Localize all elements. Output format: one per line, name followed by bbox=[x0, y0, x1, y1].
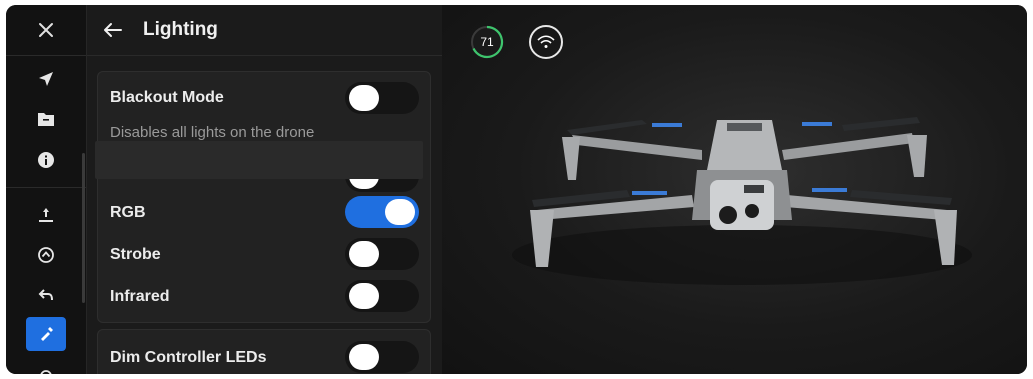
media-button[interactable] bbox=[26, 102, 66, 136]
toggle-knob bbox=[349, 344, 379, 370]
lighting-options-card: Blackout Mode Disables all lights on the… bbox=[97, 71, 431, 323]
flashlight-icon bbox=[41, 327, 53, 341]
return-home-icon bbox=[38, 289, 53, 301]
drone-image bbox=[512, 117, 972, 285]
camera-orbit-icon bbox=[38, 247, 54, 263]
back-arrow-icon bbox=[104, 23, 122, 37]
settings-button[interactable] bbox=[26, 355, 66, 374]
side-rail bbox=[6, 5, 87, 374]
takeoff-icon bbox=[39, 208, 53, 222]
infrared-label: Infrared bbox=[110, 288, 170, 305]
strobe-label: Strobe bbox=[110, 246, 161, 263]
rail-divider bbox=[6, 187, 86, 188]
navigate-button[interactable] bbox=[26, 62, 66, 96]
info-button[interactable] bbox=[26, 143, 66, 177]
dim-leds-toggle[interactable] bbox=[345, 341, 419, 373]
blackout-mode-toggle[interactable] bbox=[345, 82, 419, 114]
blackout-mode-label: Blackout Mode bbox=[110, 89, 224, 106]
infrared-toggle[interactable] bbox=[345, 280, 419, 312]
toggle-knob bbox=[349, 241, 379, 267]
back-button[interactable] bbox=[91, 5, 135, 55]
blackout-description: Disables all lights on the drone bbox=[110, 124, 315, 141]
toggle-knob bbox=[349, 283, 379, 309]
lighting-button[interactable] bbox=[26, 317, 66, 351]
media-folder-icon bbox=[38, 113, 54, 126]
orbit-button[interactable] bbox=[26, 238, 66, 272]
dim-leds-card: Dim Controller LEDs bbox=[97, 329, 431, 374]
close-button[interactable] bbox=[6, 5, 86, 56]
rgb-toggle[interactable] bbox=[345, 196, 419, 228]
info-icon bbox=[38, 152, 54, 168]
return-home-button[interactable] bbox=[26, 278, 66, 312]
toggle-knob bbox=[349, 85, 379, 111]
page-title: Lighting bbox=[143, 19, 218, 40]
app-frame: Lighting Blackout Mode Disables all ligh… bbox=[6, 5, 1027, 374]
takeoff-button[interactable] bbox=[26, 198, 66, 232]
strobe-toggle[interactable] bbox=[345, 238, 419, 270]
rail-scrollbar[interactable] bbox=[82, 153, 85, 303]
panel-header: Lighting bbox=[87, 5, 442, 56]
close-icon bbox=[39, 23, 53, 37]
drone-preview: 71 bbox=[442, 5, 1027, 374]
redaction-overlay bbox=[95, 141, 423, 179]
navigate-arrow-icon bbox=[39, 72, 53, 86]
lighting-panel: Lighting Blackout Mode Disables all ligh… bbox=[87, 5, 442, 374]
rgb-label: RGB bbox=[110, 204, 146, 221]
partial-settings-icon bbox=[40, 370, 52, 374]
toggle-knob bbox=[385, 199, 415, 225]
dim-leds-label: Dim Controller LEDs bbox=[110, 349, 267, 366]
